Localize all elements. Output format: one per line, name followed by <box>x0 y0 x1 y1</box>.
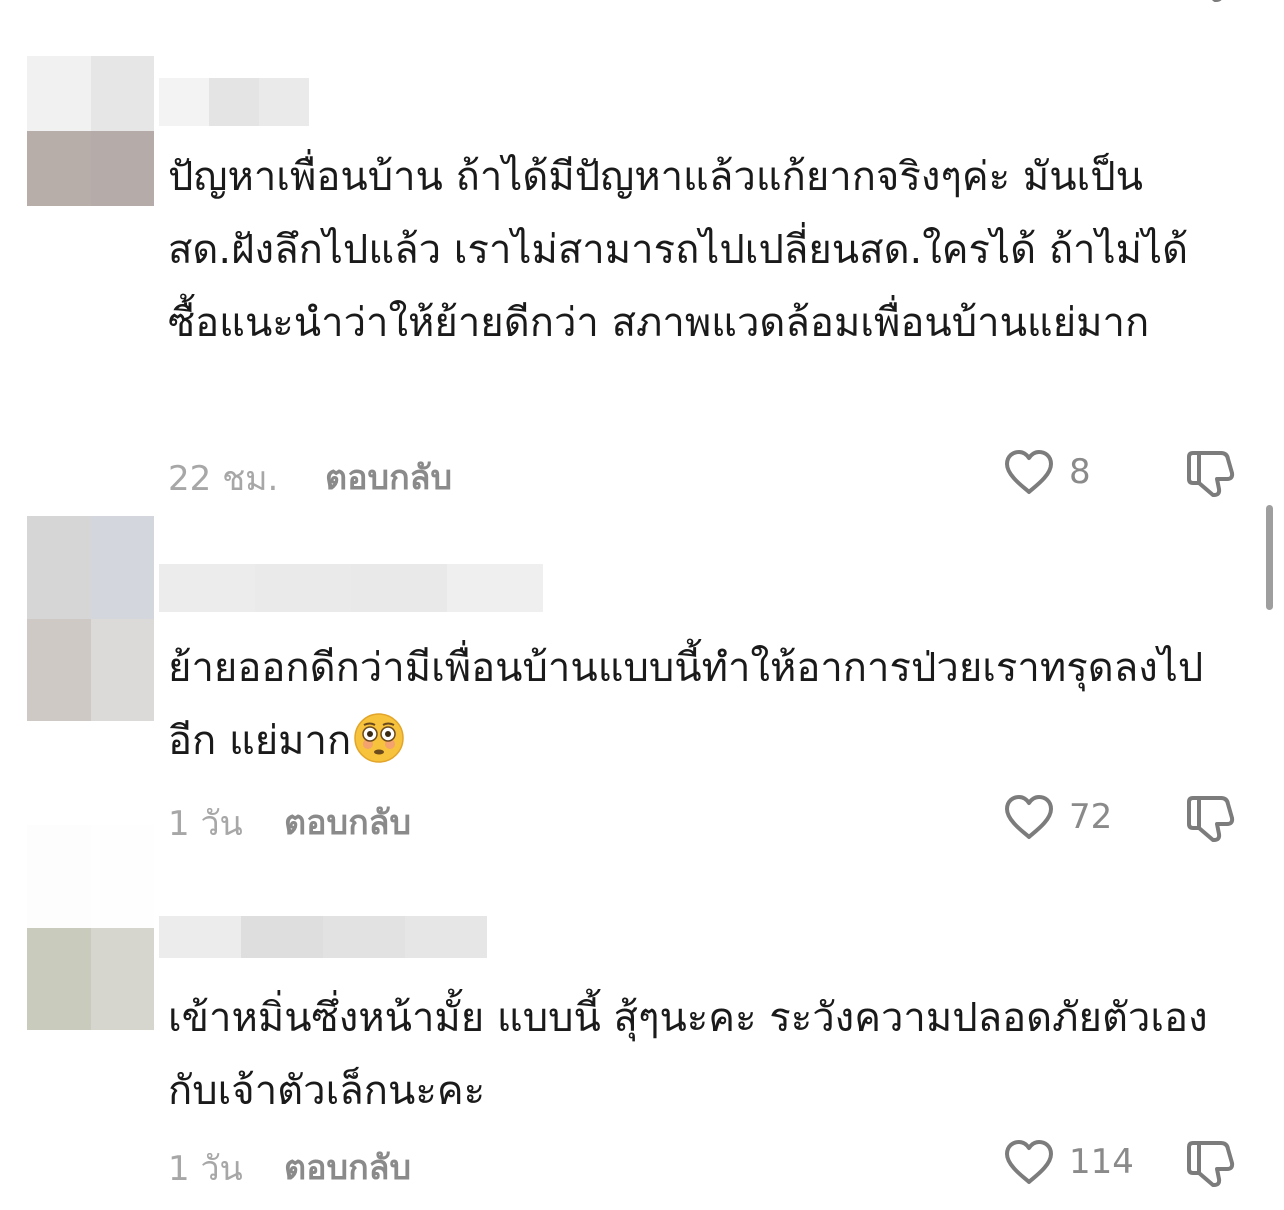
username-redacted[interactable] <box>159 564 543 612</box>
avatar-pixel <box>90 825 154 928</box>
scrollbar[interactable] <box>1266 505 1273 610</box>
thumbs-down-icon <box>1187 1141 1235 1187</box>
avatar-pixel <box>27 131 91 206</box>
reply-button[interactable]: ตอบกลับ <box>284 795 411 849</box>
username-pixel <box>159 78 209 126</box>
username-redacted[interactable] <box>159 916 487 958</box>
comment-text: ปัญหาเพื่อนบ้าน ถ้าได้มีปัญหาแล้วแก้ยากจ… <box>168 154 1189 346</box>
username-pixel <box>159 564 255 612</box>
username-pixel <box>351 564 447 612</box>
comment-text-body: ย้ายออกดีกว่ามีเพื่อนบ้านแบบนี้ทำให้อากา… <box>168 645 1204 764</box>
avatar-pixel <box>90 927 154 1030</box>
like-count: 114 <box>1069 1142 1134 1182</box>
avatar-pixel <box>90 131 154 206</box>
like-count: 8 <box>1069 452 1091 492</box>
avatar[interactable] <box>27 56 154 206</box>
comment-actions: 22 ชม. ตอบกลับ 8 <box>168 447 1248 499</box>
comment-text: เข้าหมิ่นซึ่งหน้ามั้ย แบบนี้ สุ้ๆนะคะ ระ… <box>168 995 1208 1114</box>
username-pixel <box>323 916 405 958</box>
reply-button[interactable]: ตอบกลับ <box>284 1140 411 1194</box>
heart-icon <box>1005 795 1053 839</box>
username-pixel <box>405 916 487 958</box>
username-pixel <box>255 564 351 612</box>
like-button[interactable]: 114 <box>1003 1137 1134 1187</box>
thumbs-down-icon <box>1187 451 1235 497</box>
comment-timestamp: 1 วัน <box>168 804 243 844</box>
avatar[interactable] <box>27 516 154 721</box>
heart-icon <box>1005 1140 1053 1184</box>
username-pixel <box>241 916 323 958</box>
avatar-pixel <box>27 618 91 721</box>
avatar-pixel <box>90 56 154 131</box>
like-button[interactable]: 72 <box>1003 792 1112 842</box>
like-button[interactable]: 8 <box>1003 447 1091 497</box>
avatar[interactable] <box>27 825 154 1030</box>
comment-timestamp: 1 วัน <box>168 1149 243 1189</box>
avatar-pixel <box>27 56 91 131</box>
avatar-pixel <box>27 825 91 928</box>
username-pixel <box>209 78 259 126</box>
reply-button[interactable]: ตอบกลับ <box>325 450 452 504</box>
dislike-button[interactable] <box>1183 792 1239 846</box>
username-pixel <box>259 78 309 126</box>
heart-icon <box>1005 450 1053 494</box>
avatar-pixel <box>90 618 154 721</box>
username-pixel <box>159 916 241 958</box>
avatar-pixel <box>90 516 154 619</box>
like-count: 72 <box>1069 797 1113 837</box>
username-redacted[interactable] <box>159 78 309 126</box>
flushed-face-emoji <box>354 713 404 763</box>
dislike-button[interactable] <box>1183 447 1239 501</box>
dislike-button[interactable] <box>1183 1137 1239 1191</box>
avatar-pixel <box>27 927 91 1030</box>
comment-actions: 1 วัน ตอบกลับ 72 <box>168 792 1248 844</box>
thumbs-down-icon <box>1187 796 1235 842</box>
previous-dislike-icon-partial <box>1185 0 1241 6</box>
comment-actions: 1 วัน ตอบกลับ 114 <box>168 1137 1248 1189</box>
comment-timestamp: 22 ชม. <box>168 459 279 499</box>
username-pixel <box>447 564 543 612</box>
comment-text: ย้ายออกดีกว่ามีเพื่อนบ้านแบบนี้ทำให้อากา… <box>168 632 1238 778</box>
avatar-pixel <box>27 516 91 619</box>
